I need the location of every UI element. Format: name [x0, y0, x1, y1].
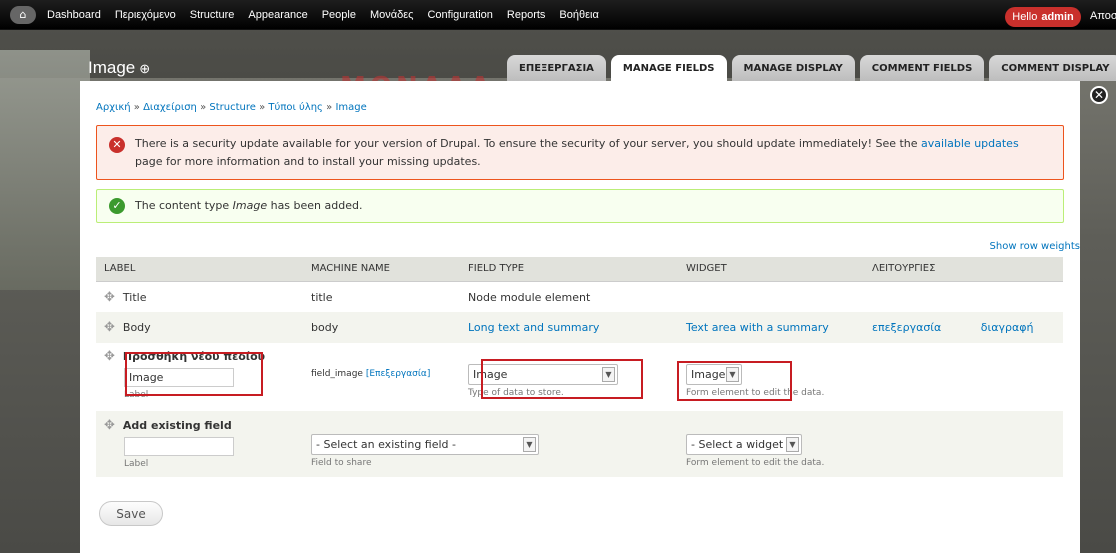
machine-name-edit-link[interactable]: [Επεξεργασία]	[366, 369, 431, 379]
table-row-title: ✥ Title title Node module element	[96, 281, 1063, 312]
new-field-heading: Προσθήκη νέου πεδίου	[122, 350, 266, 363]
breadcrumb-content-types[interactable]: Τύποι ύλης	[268, 102, 323, 113]
available-updates-link[interactable]: available updates	[921, 137, 1019, 150]
chevron-down-icon: ▼	[602, 367, 615, 382]
col-operations: ΛΕΙΤΟΥΡΓΙΕΣ	[864, 257, 1063, 282]
status-content-type: Image	[232, 199, 268, 212]
widget-link[interactable]: Text area with a summary	[686, 321, 829, 334]
tab-bar: ΕΠΕΞΕΡΓΑΣΙΑ MANAGE FIELDS MANAGE DISPLAY…	[507, 55, 1116, 81]
existing-widget-value: - Select a widget -	[691, 438, 791, 451]
new-field-machine-name: field_image	[311, 369, 363, 379]
toolbar-configuration[interactable]: Configuration	[420, 9, 499, 21]
drag-handle-icon[interactable]: ✥	[104, 290, 115, 305]
chevron-down-icon: ▼	[726, 367, 739, 382]
col-field-type: FIELD TYPE	[460, 257, 678, 282]
admin-toolbar: ⌂ Dashboard Περιεχόμενο Structure Appear…	[0, 0, 1116, 30]
tab-manage-fields[interactable]: MANAGE FIELDS	[610, 55, 727, 81]
tab-manage-display[interactable]: MANAGE DISPLAY	[731, 55, 855, 81]
error-text-end: page for more information and to install…	[135, 155, 481, 168]
field-type-select[interactable]: Image ▼	[468, 364, 618, 385]
toolbar-help[interactable]: Βοήθεια	[552, 9, 605, 21]
page-title: Image ⊕	[88, 58, 150, 78]
error-text-start: There is a security update available for…	[135, 137, 918, 150]
breadcrumb-separator: »	[326, 102, 333, 113]
col-widget: WIDGET	[678, 257, 864, 282]
row-field-type: Node module element	[460, 281, 678, 312]
toolbar-people[interactable]: People	[315, 9, 363, 21]
user-badge[interactable]: Hello admin	[1005, 7, 1081, 27]
new-field-label-desc: Label	[124, 390, 149, 400]
close-icon[interactable]: ✕	[1090, 86, 1108, 104]
home-icon[interactable]: ⌂	[10, 5, 36, 24]
tab-comment-display[interactable]: COMMENT DISPLAY	[989, 55, 1116, 81]
toolbar-dashboard[interactable]: Dashboard	[40, 9, 108, 21]
row-machine-name: body	[303, 312, 460, 343]
toolbar-reports[interactable]: Reports	[500, 9, 553, 21]
fields-table: LABEL MACHINE NAME FIELD TYPE WIDGET ΛΕΙ…	[96, 257, 1063, 477]
check-icon: ✓	[109, 198, 125, 214]
existing-field-desc: Field to share	[311, 458, 372, 468]
widget-select[interactable]: Image ▼	[686, 364, 742, 385]
status-message-text: The content type Image has been added.	[135, 197, 1043, 215]
delete-link[interactable]: διαγραφή	[981, 321, 1034, 334]
toolbar-content[interactable]: Περιεχόμενο	[108, 9, 183, 21]
row-machine-name: title	[303, 281, 460, 312]
breadcrumb-separator: »	[133, 102, 140, 113]
breadcrumb: Αρχική » Διαχείριση » Structure » Τύποι …	[96, 102, 367, 113]
content-panel: Αρχική » Διαχείριση » Structure » Τύποι …	[80, 81, 1080, 553]
table-header-row: LABEL MACHINE NAME FIELD TYPE WIDGET ΛΕΙ…	[96, 257, 1063, 282]
new-field-label-input[interactable]	[124, 368, 234, 387]
error-message: ✕ There is a security update available f…	[96, 125, 1064, 180]
field-type-value: Image	[473, 368, 508, 381]
existing-widget-desc: Form element to edit the data.	[686, 458, 825, 468]
breadcrumb-home[interactable]: Αρχική	[96, 102, 131, 113]
field-type-desc: Type of data to store.	[468, 388, 564, 398]
drag-handle-icon[interactable]: ✥	[104, 320, 115, 335]
breadcrumb-admin[interactable]: Διαχείριση	[143, 102, 197, 113]
error-message-text: There is a security update available for…	[135, 135, 1043, 171]
error-icon: ✕	[109, 137, 125, 153]
row-label: Title	[122, 290, 147, 304]
logout-link[interactable]: Αποσ	[1090, 10, 1116, 22]
table-row-existing-field: ✥ Add existing field Label - Select an ex…	[96, 411, 1063, 477]
tab-edit[interactable]: ΕΠΕΞΕΡΓΑΣΙΑ	[507, 55, 606, 81]
status-message: ✓ The content type Image has been added.	[96, 189, 1064, 223]
chevron-down-icon: ▼	[786, 437, 799, 452]
add-shortcut-icon[interactable]: ⊕	[139, 61, 150, 76]
hello-text: Hello	[1012, 11, 1038, 23]
breadcrumb-separator: »	[259, 102, 266, 113]
page-title-text: Image	[88, 58, 136, 77]
widget-desc: Form element to edit the data.	[686, 388, 825, 398]
drag-handle-icon[interactable]: ✥	[104, 418, 115, 433]
breadcrumb-image[interactable]: Image	[335, 102, 366, 113]
existing-field-heading: Add existing field	[122, 419, 232, 432]
col-machine-name: MACHINE NAME	[303, 257, 460, 282]
status-text-end: has been added.	[270, 199, 363, 212]
chevron-down-icon: ▼	[523, 437, 536, 452]
widget-value: Image	[691, 368, 726, 381]
show-row-weights-link[interactable]: Show row weights	[990, 241, 1080, 252]
field-type-link[interactable]: Long text and summary	[468, 321, 599, 334]
edit-link[interactable]: επεξεργασία	[872, 321, 941, 334]
existing-widget-select[interactable]: - Select a widget - ▼	[686, 434, 802, 455]
toolbar-modules[interactable]: Μονάδες	[363, 9, 420, 21]
background-image	[0, 50, 90, 290]
table-row-body: ✥ Body body Long text and summary Text ar…	[96, 312, 1063, 343]
breadcrumb-separator: »	[200, 102, 207, 113]
breadcrumb-structure[interactable]: Structure	[209, 102, 256, 113]
status-text-start: The content type	[135, 199, 230, 212]
existing-field-label-desc: Label	[124, 459, 149, 469]
existing-field-value: - Select an existing field -	[316, 438, 456, 451]
user-name: admin	[1041, 11, 1074, 23]
toolbar-structure[interactable]: Structure	[183, 9, 242, 21]
tab-comment-fields[interactable]: COMMENT FIELDS	[859, 55, 985, 81]
col-label: LABEL	[96, 257, 303, 282]
table-row-new-field: ✥Προσθήκη νέου πεδίου Label field_image …	[96, 343, 1063, 411]
existing-field-select[interactable]: - Select an existing field - ▼	[311, 434, 539, 455]
existing-field-label-input[interactable]	[124, 437, 234, 456]
save-button[interactable]: Save	[99, 501, 163, 526]
drag-handle-icon[interactable]: ✥	[104, 349, 115, 364]
toolbar-appearance[interactable]: Appearance	[241, 9, 314, 21]
row-label: Body	[122, 321, 151, 334]
